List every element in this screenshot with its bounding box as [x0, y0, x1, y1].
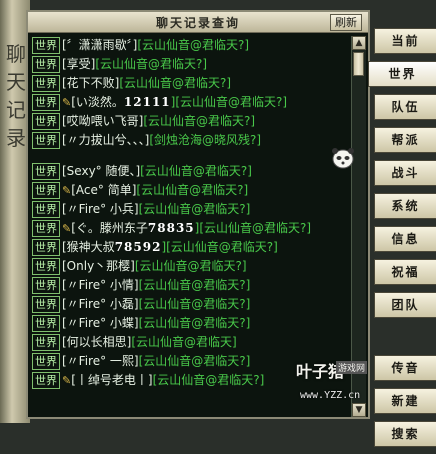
- scroll-deco-text: 聊天记录: [6, 42, 26, 150]
- tab-5[interactable]: 系统: [374, 193, 436, 219]
- chat-message: 世界 [〞潇潇雨歇〞][云山仙音@君临天?]: [32, 36, 348, 55]
- channel-tag-world[interactable]: 世界: [32, 201, 60, 218]
- channel-tag-world[interactable]: 世界: [32, 258, 60, 275]
- sender-number: 12111: [123, 95, 171, 109]
- chat-message: 世界 [享受][云山仙音@君临天?]: [32, 55, 348, 74]
- channel-tag-world[interactable]: 世界: [32, 220, 60, 237]
- refresh-button[interactable]: 刷新: [330, 14, 362, 31]
- message-text: [云山仙音@君临天?]: [138, 278, 251, 292]
- scrollbar-thumb[interactable]: [353, 52, 364, 76]
- sender-name[interactable]: [〃Fire° 一熙]: [62, 354, 139, 368]
- message-text: [云山仙音@君临天?]: [138, 297, 251, 311]
- channel-tag-world[interactable]: 世界: [32, 182, 60, 199]
- sender-name[interactable]: [い淡然。: [71, 95, 124, 109]
- sender-name[interactable]: [〞潇潇雨歇〞]: [62, 38, 137, 52]
- sender-name[interactable]: [猴神大叔: [62, 240, 115, 254]
- chat-message: 世界 [猴神大叔78592][云山仙音@君临天?]: [32, 238, 348, 257]
- tab-4[interactable]: 战斗: [374, 160, 436, 186]
- sender-name[interactable]: [何以长相思]: [62, 335, 131, 349]
- chat-message: 世界 [Sexy° 随便、][云山仙音@君临天?]: [32, 162, 348, 181]
- title-bar: 聊天记录查询 刷新: [28, 12, 368, 33]
- chat-message: 世界 ✎[Ace° 简单][云山仙音@君临天?]: [32, 181, 348, 200]
- window-title: 聊天记录查询: [155, 16, 240, 30]
- sender-name[interactable]: [Only丶那樱]: [62, 259, 135, 273]
- message-text: [云山仙音@君临天?]: [119, 76, 232, 90]
- brush-icon: ✎: [62, 374, 72, 387]
- channel-tag-world[interactable]: 世界: [32, 315, 60, 332]
- chat-message: 世界 ✎[ぐ。滕州东子78835][云山仙音@君临天?]: [32, 219, 348, 238]
- message-text: [云山仙音@君临天?]: [136, 183, 249, 197]
- brush-icon: ✎: [62, 184, 72, 197]
- tab-3[interactable]: 帮派: [374, 127, 436, 153]
- brush-icon: ✎: [62, 96, 72, 109]
- message-text: [云山仙音@君临天?]: [95, 57, 208, 71]
- message-text: [云山仙音@君临天?]: [143, 114, 256, 128]
- brush-icon: ✎: [62, 222, 72, 235]
- sender-number: 78835: [147, 221, 195, 235]
- channel-tag-world[interactable]: 世界: [32, 372, 60, 389]
- chat-message: 世界 [〃Fire° 小兵][云山仙音@君临天?]: [32, 200, 348, 219]
- sender-name[interactable]: [享受]: [62, 57, 95, 71]
- channel-tag-world[interactable]: 世界: [32, 239, 60, 256]
- channel-tag-world[interactable]: 世界: [32, 163, 60, 180]
- panda-emoticon-icon: [332, 148, 354, 169]
- watermark-url: www.YZZ.cn: [300, 390, 361, 401]
- sender-name[interactable]: [Ace° 简单]: [71, 183, 136, 197]
- message-gap: [32, 150, 348, 162]
- sender-name[interactable]: [花下不败]: [62, 76, 119, 90]
- chat-message: 世界 [〃Fire° 小情][云山仙音@君临天?]: [32, 276, 348, 295]
- tab-7[interactable]: 祝福: [374, 259, 436, 285]
- chat-message: 世界 ✎[い淡然。12111][云山仙音@君临天?]: [32, 93, 348, 112]
- sender-name[interactable]: [ぐ。滕州东子: [71, 221, 148, 235]
- message-text: ][云山仙音@君临天?]: [194, 221, 312, 235]
- tab-8[interactable]: 团队: [374, 292, 436, 318]
- sender-name[interactable]: [〃Fire° 小蝶]: [62, 316, 139, 330]
- message-text: ][云山仙音@君临天?]: [161, 240, 278, 254]
- sender-number: 78592: [114, 240, 162, 254]
- site-watermark: 叶子猪 游戏网 www.YZZ.cn: [296, 358, 396, 408]
- sender-name[interactable]: [哎呦喂い飞哥]: [62, 114, 143, 128]
- scroll-up-icon[interactable]: ▲: [352, 36, 366, 50]
- message-text: [云山仙音@君临天?]: [137, 38, 250, 52]
- channel-tag-world[interactable]: 世界: [32, 75, 60, 92]
- sender-name[interactable]: [〃Fire° 小磊]: [62, 297, 139, 311]
- sender-name[interactable]: [〃力拔山兮、、、]: [62, 133, 149, 147]
- tab-spacer: [374, 325, 436, 355]
- channel-tag-world[interactable]: 世界: [32, 56, 60, 73]
- channel-tag-world[interactable]: 世界: [32, 277, 60, 294]
- tab-0[interactable]: 当前: [374, 28, 436, 54]
- message-text: ][云山仙音@君临天?]: [170, 95, 288, 109]
- channel-tag-world[interactable]: 世界: [32, 113, 60, 130]
- chat-message: 世界 [〃Fire° 小磊][云山仙音@君临天?]: [32, 295, 348, 314]
- channel-tag-world[interactable]: 世界: [32, 296, 60, 313]
- message-text: [云山仙音@君临天?]: [140, 164, 252, 178]
- channel-tag-world[interactable]: 世界: [32, 132, 60, 149]
- tab-1[interactable]: 世界: [368, 61, 436, 87]
- chat-message: 世界 [〃Fire° 小蝶][云山仙音@君临天?]: [32, 314, 348, 333]
- channel-tag-world[interactable]: 世界: [32, 334, 60, 351]
- tab-2[interactable]: 队伍: [374, 94, 436, 120]
- channel-tag-world[interactable]: 世界: [32, 94, 60, 111]
- sender-name[interactable]: [〃Fire° 小兵]: [62, 202, 139, 216]
- message-text: [云山仙音@君临天?]: [152, 373, 265, 387]
- chat-message: 世界 [花下不败][云山仙音@君临天?]: [32, 74, 348, 93]
- message-text: [云山仙音@君临天?]: [138, 354, 251, 368]
- watermark-subtext: 游戏网: [336, 361, 368, 374]
- chat-message: 世界 [〃力拔山兮、、、][剑烛沧海@晓风残?]: [32, 131, 348, 150]
- message-text: [云山仙音@君临天?]: [134, 259, 247, 273]
- chat-message: 世界 [Only丶那樱][云山仙音@君临天?]: [32, 257, 348, 276]
- message-text: [剑烛沧海@晓风残?]: [149, 133, 262, 147]
- chat-message: 世界 [何以长相思][云山仙音@君临天]: [32, 333, 348, 352]
- chat-message: 世界 [哎呦喂い飞哥][云山仙音@君临天?]: [32, 112, 348, 131]
- tab-11[interactable]: 搜索: [374, 421, 436, 447]
- sender-name[interactable]: [Sexy° 随便、]: [62, 164, 140, 178]
- channel-tag-world[interactable]: 世界: [32, 353, 60, 370]
- sender-name[interactable]: [〃Fire° 小情]: [62, 278, 139, 292]
- message-text: [云山仙音@君临天?]: [138, 316, 251, 330]
- channel-tag-world[interactable]: 世界: [32, 37, 60, 54]
- sender-name[interactable]: [丨绰号老电丨]: [71, 373, 152, 387]
- tab-6[interactable]: 信息: [374, 226, 436, 252]
- message-text: [云山仙音@君临天?]: [138, 202, 251, 216]
- message-text: [云山仙音@君临天]: [131, 335, 237, 349]
